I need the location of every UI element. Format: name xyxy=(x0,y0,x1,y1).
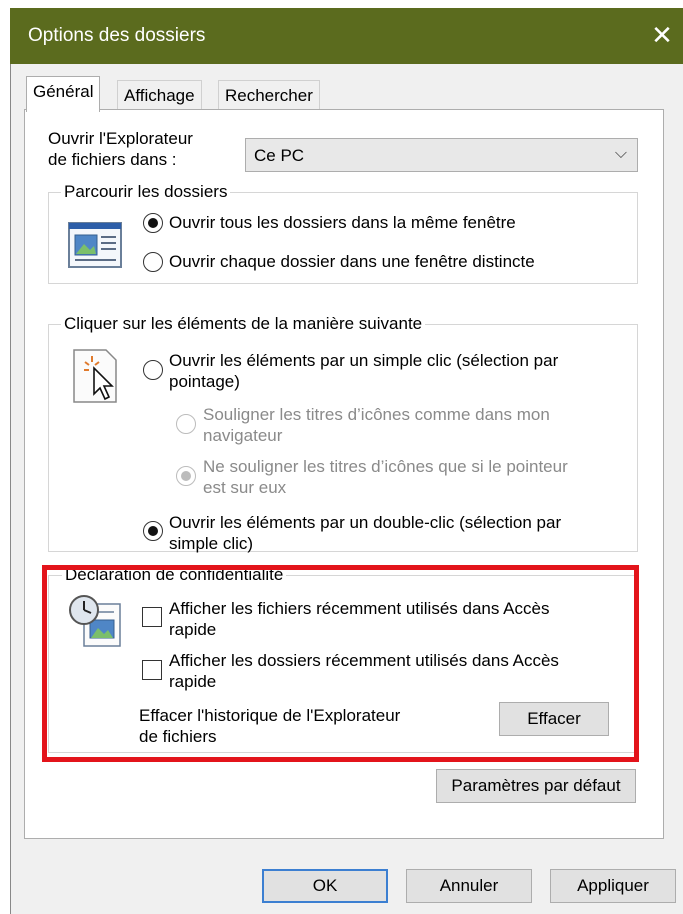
radio-same-window[interactable] xyxy=(143,213,163,233)
underline-hover-label-line1: Ne souligner les titres d’icônes que si … xyxy=(203,457,568,476)
title-bar: Options des dossiers ✕ xyxy=(10,8,683,64)
open-in-dropdown[interactable]: Ce PC ⌵ xyxy=(245,138,638,172)
folder-window-icon xyxy=(68,222,122,268)
underline-always-label-line1: Souligner les titres d’icônes comme dans… xyxy=(203,405,550,424)
open-in-value: Ce PC xyxy=(254,146,305,165)
underline-hover-label-line2: est sur eux xyxy=(203,478,287,497)
close-icon[interactable]: ✕ xyxy=(647,20,677,50)
highlight-box xyxy=(42,565,639,762)
radio-separate-window[interactable] xyxy=(143,252,163,272)
restore-defaults-button[interactable]: Paramètres par défaut xyxy=(436,769,636,803)
radio-single-click[interactable] xyxy=(143,360,163,380)
underline-always-label-line2: navigateur xyxy=(203,426,283,445)
same-window-label: Ouvrir tous les dossiers dans la même fe… xyxy=(169,213,516,232)
tab-general[interactable]: Général xyxy=(26,76,101,112)
browse-folders-legend: Parcourir les dossiers xyxy=(61,182,231,202)
radio-underline-always[interactable] xyxy=(176,414,196,434)
cancel-button[interactable]: Annuler xyxy=(406,869,532,903)
chevron-down-icon: ⌵ xyxy=(614,145,627,162)
radio-double-click[interactable] xyxy=(143,521,163,541)
window-title: Options des dossiers xyxy=(28,25,206,46)
double-click-label-line1: Ouvrir les éléments par un double-clic (… xyxy=(169,513,562,532)
single-click-label-line2: pointage) xyxy=(169,372,240,391)
pointer-click-icon xyxy=(73,349,117,403)
tab-affichage[interactable]: Affichage xyxy=(117,80,202,112)
double-click-label-line2: simple clic) xyxy=(169,534,254,553)
ok-button[interactable]: OK xyxy=(262,869,388,903)
click-items-legend: Cliquer sur les éléments de la manière s… xyxy=(61,314,426,334)
tab-rechercher[interactable]: Rechercher xyxy=(218,80,320,112)
open-in-label-line1: Ouvrir l'Explorateur xyxy=(48,129,193,148)
separate-window-label: Ouvrir chaque dossier dans une fenêtre d… xyxy=(169,252,535,271)
single-click-label-line1: Ouvrir les éléments par un simple clic (… xyxy=(169,351,559,370)
apply-button[interactable]: Appliquer xyxy=(550,869,676,903)
open-in-label-line2: de fichiers dans : xyxy=(48,150,177,169)
radio-underline-hover[interactable] xyxy=(176,466,196,486)
